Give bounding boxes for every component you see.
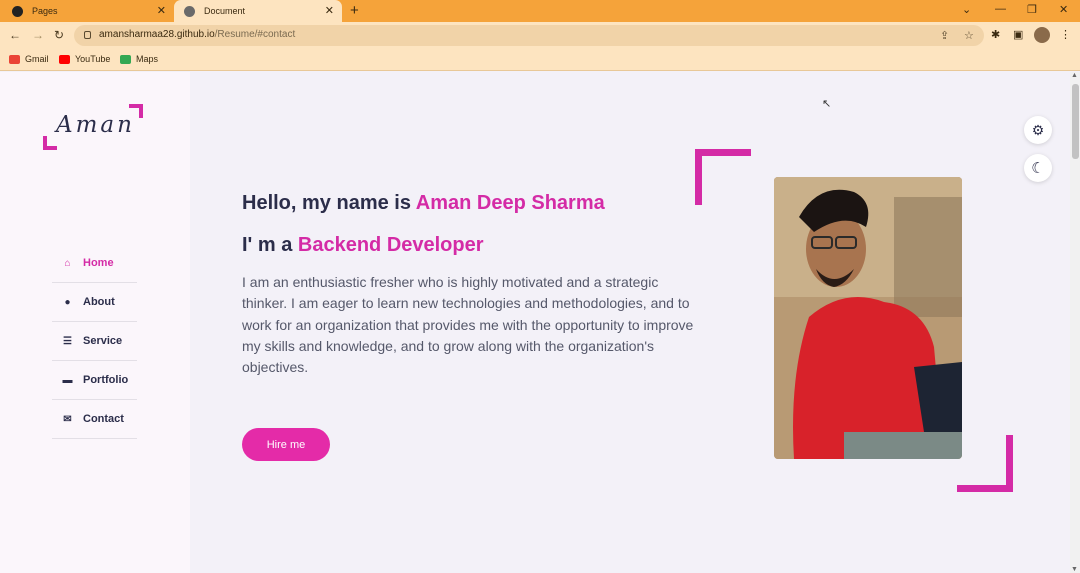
photo-frame-corner (957, 435, 1013, 492)
bookmark-star-icon[interactable]: ☆ (964, 29, 974, 42)
close-tab-icon[interactable]: ✕ (325, 4, 334, 17)
hire-me-button[interactable]: Hire me (242, 428, 330, 461)
maximize-icon[interactable]: ❐ (1027, 3, 1037, 16)
sidebar-item-label: About (83, 296, 115, 308)
profile-description: I am an enthusiastic fresher who is high… (242, 274, 694, 376)
profile-avatar[interactable] (1034, 27, 1050, 43)
new-tab-icon[interactable]: + (350, 2, 359, 19)
portrait-illustration (774, 177, 962, 459)
bookmark-maps[interactable]: Maps (120, 54, 158, 64)
sidebar-item-label: Contact (83, 413, 124, 425)
side-panel-icon[interactable]: ▣ (1013, 28, 1023, 41)
browser-toolbar: ← → ↻ amansharmaa28.github.io/Resume/#co… (0, 22, 1080, 49)
page-scrollbar[interactable]: ▲ ▼ (1070, 72, 1080, 573)
extensions-icon[interactable]: ✱ (991, 28, 1000, 41)
bookmark-youtube[interactable]: YouTube (59, 54, 110, 64)
menu-dots-icon[interactable]: ⋮ (1060, 28, 1071, 41)
role-heading: I' m a Backend Developer (242, 234, 484, 256)
mouse-cursor-icon: ↖ (822, 98, 832, 110)
tab-search-icon[interactable]: ⌄ (962, 3, 971, 16)
github-icon (12, 5, 23, 17)
sidebar-item-service[interactable]: ☰ Service (52, 322, 137, 361)
sidebar-item-portfolio[interactable]: ▬ Portfolio (52, 361, 137, 400)
comments-icon: ✉ (63, 413, 72, 425)
profile-role: Backend Developer (297, 234, 484, 256)
bookmarks-bar: Gmail YouTube Maps (0, 49, 1080, 71)
tab-pages[interactable]: Pages ✕ (0, 0, 174, 22)
logo[interactable]: Aman (40, 102, 150, 152)
sidebar-item-about[interactable]: ● About (52, 283, 137, 322)
user-icon: ● (64, 296, 71, 308)
close-tab-icon[interactable]: ✕ (157, 4, 166, 17)
url-text: amansharmaa28.github.io/Resume/#contact (99, 29, 296, 40)
lock-icon (84, 31, 91, 39)
minimize-icon[interactable]: — (995, 3, 1006, 15)
youtube-icon (59, 54, 70, 64)
scrollbar-thumb[interactable] (1072, 84, 1079, 159)
forward-icon[interactable]: → (32, 28, 44, 42)
browser-tab-bar: Pages ✕ Document ✕ + ⌄ — ❐ ✕ (0, 0, 1080, 22)
logo-corner (43, 136, 57, 150)
home-icon: ⌂ (64, 257, 71, 269)
sidebar-menu: ⌂ Home ● About ☰ Service ▬ Portfolio ✉ C… (52, 244, 137, 439)
sidebar-item-label: Service (83, 335, 123, 347)
maps-icon (120, 54, 131, 64)
sidebar-item-label: Portfolio (83, 374, 129, 386)
list-icon: ☰ (63, 335, 72, 347)
briefcase-icon: ▬ (62, 374, 73, 386)
back-icon[interactable]: ← (9, 28, 21, 42)
logo-text: Aman (56, 112, 135, 138)
gmail-icon (9, 54, 20, 64)
profile-name: Aman Deep Sharma (415, 192, 605, 214)
tab-document[interactable]: Document ✕ (174, 0, 342, 22)
sidebar-item-label: Home (83, 257, 114, 269)
settings-gear-icon[interactable]: ⚙ (1024, 116, 1052, 144)
globe-icon (184, 5, 195, 17)
close-window-icon[interactable]: ✕ (1059, 3, 1068, 16)
sidebar: Aman ⌂ Home ● About ☰ Service ▬ Portfoli… (0, 72, 190, 573)
share-icon[interactable]: ⇪ (940, 29, 949, 42)
reload-icon[interactable]: ↻ (54, 28, 64, 42)
sidebar-item-home[interactable]: ⌂ Home (52, 244, 137, 283)
bookmark-gmail[interactable]: Gmail (9, 54, 49, 64)
address-bar[interactable]: amansharmaa28.github.io/Resume/#contact … (74, 25, 984, 46)
photo-frame-corner (695, 149, 751, 205)
tab-title: Pages (32, 6, 58, 16)
dark-mode-moon-icon[interactable]: ☾ (1024, 154, 1052, 182)
greeting-heading: Hello, my name is Aman Deep Sharma (242, 192, 605, 214)
page-content: Aman ⌂ Home ● About ☰ Service ▬ Portfoli… (0, 72, 1070, 573)
scroll-up-icon[interactable]: ▲ (1071, 72, 1078, 79)
tab-title: Document (204, 6, 246, 16)
scroll-down-icon[interactable]: ▼ (1071, 566, 1078, 573)
sidebar-item-contact[interactable]: ✉ Contact (52, 400, 137, 439)
profile-photo (774, 177, 962, 459)
